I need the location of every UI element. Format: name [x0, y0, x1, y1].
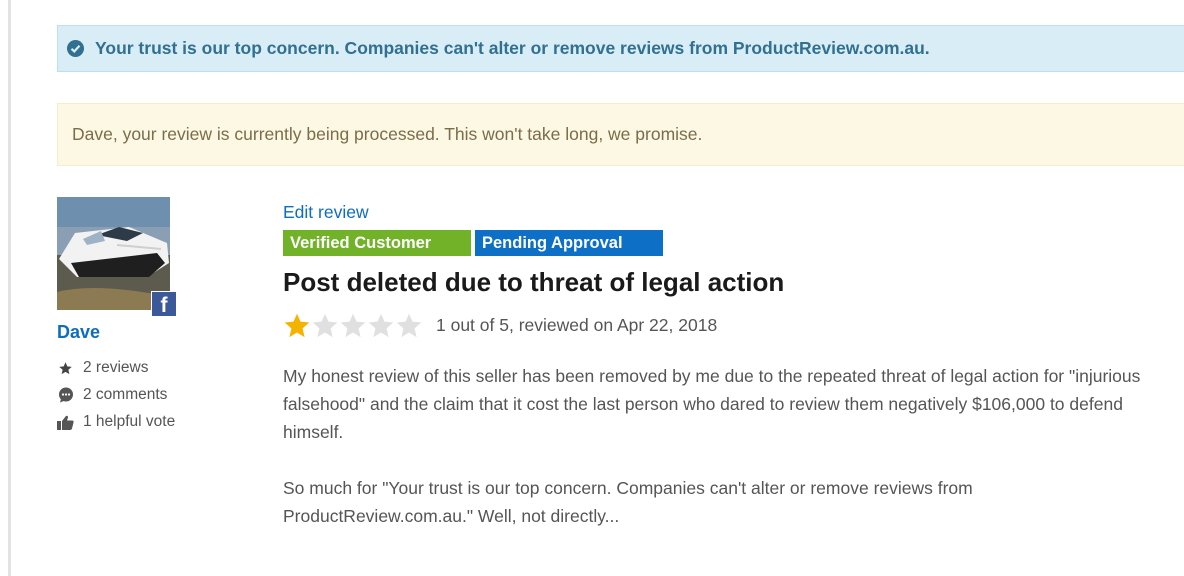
review-paragraph: So much for "Your trust is our top conce… [283, 478, 973, 526]
check-circle-icon [67, 40, 84, 57]
star-icon [57, 360, 74, 377]
stat-helpful-votes[interactable]: 1 helpful vote [57, 413, 175, 431]
stat-comments-label: 2 comments [83, 386, 168, 403]
rating-text: 1 out of 5, reviewed on Apr 22, 2018 [436, 315, 718, 335]
review-body: My honest review of this seller has been… [283, 362, 1163, 558]
stat-comments[interactable]: 2 comments [57, 386, 167, 404]
star-empty-icon [312, 313, 338, 338]
processing-banner-text: Dave, your review is currently being pro… [72, 124, 703, 144]
facebook-icon[interactable]: f [151, 291, 177, 317]
trust-banner-text: Your trust is our top concern. Companies… [95, 38, 930, 58]
comment-icon [57, 387, 74, 404]
stat-reviews-label: 2 reviews [83, 359, 149, 376]
star-rating [283, 312, 423, 340]
review-title: Post deleted due to threat of legal acti… [283, 267, 785, 297]
pending-approval-badge: Pending Approval [475, 230, 663, 256]
processing-banner: Dave, your review is currently being pro… [57, 103, 1184, 166]
edit-review-link[interactable]: Edit review [283, 202, 369, 223]
star-empty-icon [396, 313, 422, 338]
star-empty-icon [368, 313, 394, 338]
star-icon [284, 313, 310, 338]
page-left-border [8, 0, 11, 576]
stat-helpful-label: 1 helpful vote [83, 413, 176, 430]
verified-customer-badge: Verified Customer [283, 230, 471, 256]
trust-banner: Your trust is our top concern. Companies… [57, 25, 1184, 72]
stat-reviews[interactable]: 2 reviews [57, 359, 148, 377]
review-paragraph: My honest review of this seller has been… [283, 366, 1141, 442]
reviewer-name[interactable]: Dave [57, 322, 100, 343]
thumbs-up-icon [57, 414, 74, 431]
star-empty-icon [340, 313, 366, 338]
